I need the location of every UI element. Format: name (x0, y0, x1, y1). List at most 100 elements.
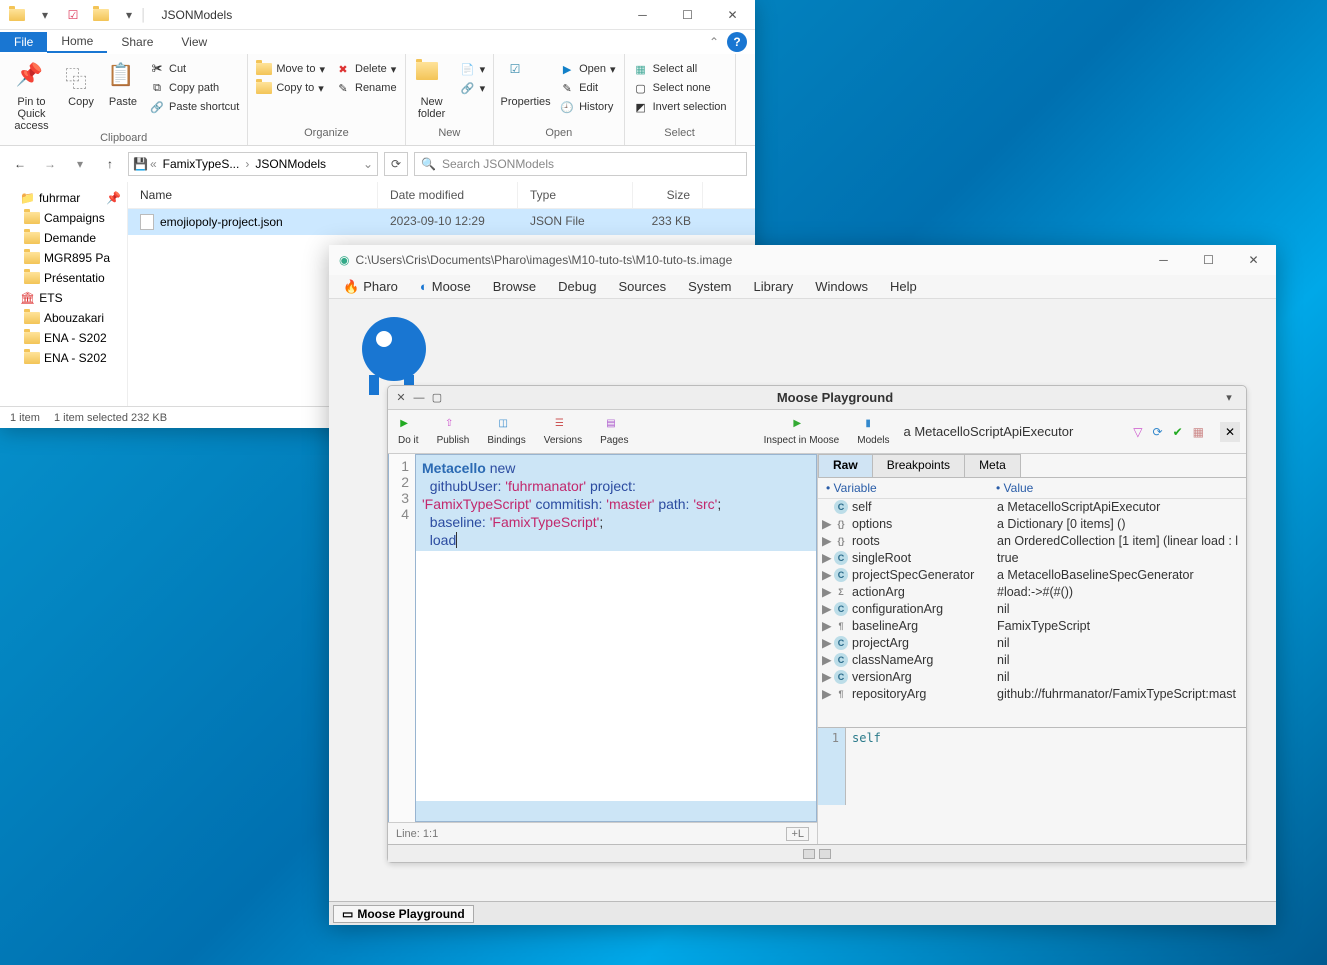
menu-browse[interactable]: Browse (493, 279, 536, 294)
menu-sources[interactable]: Sources (618, 279, 666, 294)
moveto-button[interactable]: Move to ▾ (252, 60, 329, 78)
open-button[interactable]: ▶Open ▾ (555, 60, 619, 78)
tab-breakpoints[interactable]: Breakpoints (872, 454, 965, 477)
search-input[interactable]: 🔍 Search JSONModels (414, 152, 747, 176)
page-2[interactable] (819, 849, 831, 859)
col-size[interactable]: Size (633, 182, 703, 208)
chevron-down-icon[interactable]: ⌄ (363, 157, 373, 171)
sidebar-item[interactable]: Demande (0, 228, 127, 248)
minimize-button[interactable]: ─ (620, 0, 665, 29)
code-content[interactable]: Metacello new githubUser: 'fuhrmanator' … (416, 454, 817, 822)
pasteshortcut-button[interactable]: 🔗Paste shortcut (145, 98, 243, 116)
close-panel-button[interactable]: ✕ (1220, 422, 1240, 442)
menu-system[interactable]: System (688, 279, 731, 294)
edit-button[interactable]: ✎Edit (555, 79, 619, 97)
selectnone-button[interactable]: ▢Select none (629, 79, 731, 97)
paste-button[interactable]: 📋 Paste (103, 58, 143, 108)
cut-button[interactable]: ✀Cut (145, 60, 243, 78)
menu-debug[interactable]: Debug (558, 279, 596, 294)
variable-row[interactable]: ▶¶repositoryArggithub://fuhrmanator/Fami… (818, 685, 1246, 702)
variable-row[interactable]: ▶CprojectArgnil (818, 634, 1246, 651)
col-type[interactable]: Type (518, 182, 633, 208)
models-button[interactable]: ▮Models (853, 416, 893, 448)
ph-close-button[interactable]: ✕ (1231, 246, 1276, 275)
menu-moose[interactable]: ◐Moose (420, 279, 471, 294)
menu-pharo[interactable]: 🔥Pharo (343, 279, 398, 295)
sidebar-item[interactable]: MGR895 Pa (0, 248, 127, 268)
help-icon[interactable]: ? (727, 32, 747, 52)
pg-menu-icon[interactable]: ▾ (1222, 391, 1236, 405)
variable-list[interactable]: Cselfa MetacelloScriptApiExecutor▶{}opti… (818, 499, 1246, 727)
nav-recent-button[interactable]: ▾ (68, 152, 92, 176)
versions-button[interactable]: ☰Versions (540, 416, 586, 448)
taskbar-item[interactable]: ▭ Moose Playground (333, 905, 474, 923)
sidebar-item[interactable]: Présentatio (0, 268, 127, 288)
variable-row[interactable]: ▶{}rootsan OrderedCollection [1 item] (l… (818, 532, 1246, 549)
tab-meta[interactable]: Meta (964, 454, 1021, 477)
pin-quickaccess-button[interactable]: 📌 Pin to Quick access (4, 58, 59, 132)
menu-windows[interactable]: Windows (815, 279, 868, 294)
ph-minimize-button[interactable]: ─ (1141, 246, 1186, 275)
breadcrumb-2[interactable]: JSONModels (251, 157, 330, 171)
list-item[interactable]: emojiopoly-project.json 2023-09-10 12:29… (128, 209, 755, 235)
newitem-button[interactable]: 📄▾ (456, 60, 490, 78)
ph-maximize-button[interactable]: ☐ (1186, 246, 1231, 275)
page-1[interactable] (803, 849, 815, 859)
variable-row[interactable]: ▶CsingleRoottrue (818, 549, 1246, 566)
nav-forward-button[interactable]: → (38, 152, 62, 176)
history-button[interactable]: 🕘History (555, 98, 619, 116)
nav-back-button[interactable]: ← (8, 152, 32, 176)
sidebar-item[interactable]: ENA - S202 (0, 348, 127, 368)
col-variable[interactable]: • Variable (818, 478, 988, 498)
check-icon[interactable]: ✔ (1173, 425, 1183, 439)
col-value[interactable]: • Value (988, 478, 1246, 498)
maximize-button[interactable]: ☐ (665, 0, 710, 29)
invertsel-button[interactable]: ◩Invert selection (629, 98, 731, 116)
tab-view[interactable]: View (167, 32, 221, 52)
bindings-button[interactable]: ◫Bindings (483, 416, 529, 448)
variable-row[interactable]: ▶¶baselineArgFamixTypeScript (818, 617, 1246, 634)
menu-help[interactable]: Help (890, 279, 917, 294)
funnel-icon[interactable]: ▽ (1133, 425, 1142, 439)
qat-properties-icon[interactable]: ☑ (62, 4, 84, 26)
addline-button[interactable]: +L (786, 827, 809, 841)
nav-up-button[interactable]: ↑ (98, 152, 122, 176)
sidebar-item[interactable]: ENA - S202 (0, 328, 127, 348)
breadcrumb-1[interactable]: FamixTypeS... (159, 157, 244, 171)
rename-button[interactable]: ✎Rename (331, 79, 401, 97)
copypath-button[interactable]: ⧉Copy path (145, 79, 243, 97)
pg-min-icon[interactable]: — (412, 391, 426, 405)
pg-close-icon[interactable]: ✕ (394, 391, 408, 405)
tab-home[interactable]: Home (47, 31, 107, 53)
newfolder-button[interactable]: New folder (410, 58, 454, 120)
tab-raw[interactable]: Raw (818, 454, 873, 477)
selectall-button[interactable]: ▦Select all (629, 60, 731, 78)
properties-button[interactable]: ☑ Properties (498, 58, 553, 108)
col-date[interactable]: Date modified (378, 182, 518, 208)
refresh-button[interactable]: ⟳ (384, 152, 408, 176)
tab-file[interactable]: File (0, 32, 47, 52)
tab-share[interactable]: Share (107, 32, 167, 52)
grid-icon[interactable]: ▦ (1193, 425, 1204, 439)
qat-dropdown-icon[interactable]: ▾ (34, 4, 56, 26)
variable-row[interactable]: ▶CversionArgnil (818, 668, 1246, 685)
variable-row[interactable]: ▶CconfigurationArgnil (818, 600, 1246, 617)
variable-row[interactable]: ▶{}optionsa Dictionary [0 items] () (818, 515, 1246, 532)
breadcrumb[interactable]: 💾 « FamixTypeS... › JSONModels ⌄ (128, 152, 378, 176)
doit-button[interactable]: ▶Do it (394, 416, 423, 448)
pg-max-icon[interactable]: ▢ (430, 391, 444, 405)
sidebar-item[interactable]: Campaigns (0, 208, 127, 228)
variable-row[interactable]: Cselfa MetacelloScriptApiExecutor (818, 499, 1246, 515)
inspect-button[interactable]: ▶Inspect in Moose (760, 416, 844, 448)
sidebar-item[interactable]: 📁 fuhrmar 📌 (0, 188, 127, 208)
close-button[interactable]: ✕ (710, 0, 755, 29)
delete-button[interactable]: ✖Delete ▾ (331, 60, 401, 78)
qat-newfolder-icon[interactable] (90, 4, 112, 26)
menu-library[interactable]: Library (754, 279, 794, 294)
variable-row[interactable]: ▶CclassNameArgnil (818, 651, 1246, 668)
publish-button[interactable]: ⇧Publish (433, 416, 474, 448)
self-editor[interactable]: 1 self (818, 727, 1246, 805)
variable-row[interactable]: ▶ΣactionArg#load:->#(#()) (818, 583, 1246, 600)
refresh-icon[interactable]: ⟳ (1153, 425, 1163, 439)
copy-button[interactable]: ⿻ Copy (61, 58, 101, 108)
